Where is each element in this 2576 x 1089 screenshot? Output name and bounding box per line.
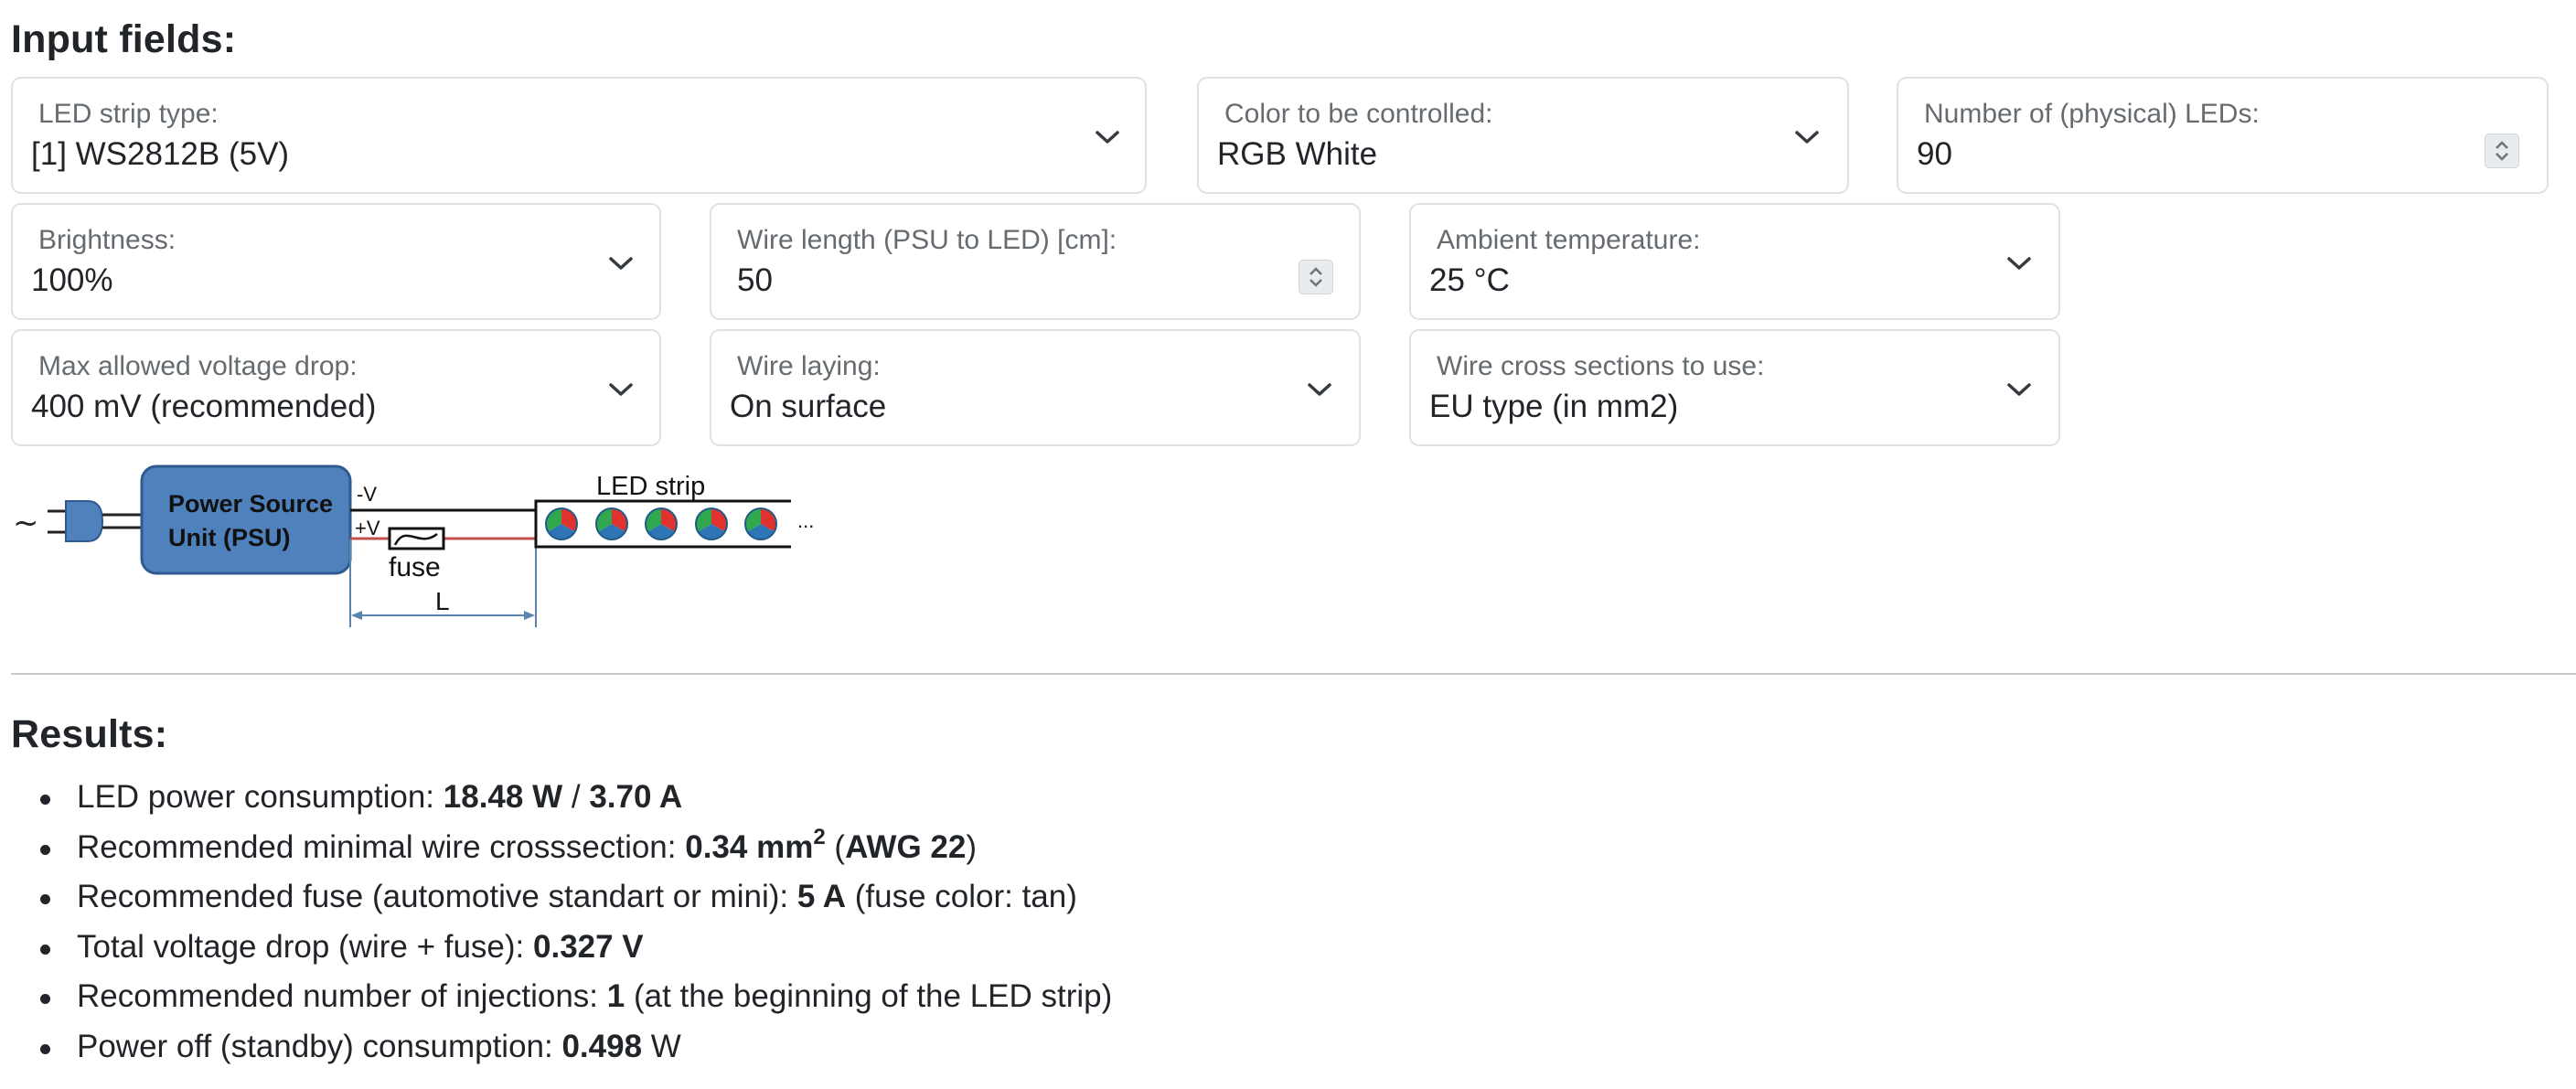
ambient-temp-label: Ambient temperature: — [1437, 225, 1701, 255]
chevron-down-icon — [1308, 383, 1331, 396]
wire-laying-select[interactable]: Wire laying: On surface — [710, 329, 1361, 446]
cross-sections-value: EU type (in mm2) — [1429, 389, 1679, 424]
length-label: L — [435, 587, 450, 615]
stepper-arrows-icon — [1309, 267, 1322, 287]
max-drop-select[interactable]: Max allowed voltage drop: 400 mV (recomm… — [11, 329, 661, 446]
max-drop-value: 400 mV (recommended) — [31, 389, 377, 424]
power-watts: 18.48 W — [443, 779, 563, 815]
wire-awg: AWG 22 — [845, 828, 967, 865]
fuse-value: 5 A — [796, 879, 847, 914]
wire-length-value[interactable]: 50 — [737, 262, 773, 299]
stepper-arrows-icon — [2496, 141, 2508, 161]
chevron-down-icon — [2007, 257, 2031, 270]
brightness-value: 100% — [31, 262, 113, 298]
chevron-down-icon — [2007, 383, 2031, 396]
result-power: LED power consumption: 18.48 W / 3.70 A — [39, 773, 1112, 823]
brightness-label: Brightness: — [38, 225, 176, 255]
chevron-down-icon — [1096, 131, 1119, 144]
color-label: Color to be controlled: — [1224, 99, 1493, 129]
led-strip-label: LED strip — [596, 472, 705, 501]
ac-tilde: ~ — [13, 505, 39, 541]
voltage-drop-value: 0.327 V — [533, 928, 644, 965]
num-leds-value[interactable]: 90 — [1917, 136, 1952, 173]
num-leds-input[interactable]: Number of (physical) LEDs: 90 — [1897, 77, 2549, 194]
result-injections: Recommended number of injections: 1 (at … — [39, 972, 1112, 1022]
plus-v-label: +V — [355, 517, 380, 539]
max-drop-label: Max allowed voltage drop: — [38, 351, 358, 381]
cross-sections-select[interactable]: Wire cross sections to use: EU type (in … — [1409, 329, 2060, 446]
results-list: LED power consumption: 18.48 W / 3.70 A … — [11, 773, 1112, 1072]
fuse-label: fuse — [389, 552, 441, 582]
led-strip-type-value: [1] WS2812B (5V) — [31, 136, 290, 172]
strip-continuation: ... — [797, 509, 814, 532]
cross-sections-label: Wire cross sections to use: — [1437, 351, 1765, 381]
fuse-icon — [388, 527, 445, 550]
ambient-temp-select[interactable]: Ambient temperature: 25 °C — [1409, 203, 2060, 320]
num-leds-label: Number of (physical) LEDs: — [1924, 99, 2260, 129]
minus-v-label: -V — [357, 483, 377, 506]
brightness-select[interactable]: Brightness: 100% — [11, 203, 661, 320]
wire-length-stepper[interactable] — [1299, 260, 1333, 294]
wire-crosssection-value: 0.34 mm2 — [685, 824, 826, 865]
input-fields-heading: Input fields: — [11, 17, 237, 61]
standby-value: 0.498 — [561, 1028, 643, 1064]
result-standby: Power off (standby) consumption: 0.498 W — [39, 1022, 1112, 1073]
plug-icon — [48, 500, 143, 542]
wire-length-input[interactable]: Wire length (PSU to LED) [cm]: 50 — [710, 203, 1361, 320]
wire-laying-label: Wire laying: — [737, 351, 881, 381]
led-strip-type-select[interactable]: LED strip type: [1] WS2812B (5V) — [11, 77, 1147, 194]
results-heading: Results: — [11, 712, 168, 756]
chevron-down-icon — [1795, 131, 1819, 144]
num-leds-stepper[interactable] — [2485, 133, 2519, 168]
result-fuse: Recommended fuse (automotive standart or… — [39, 872, 1112, 923]
color-value: RGB White — [1217, 136, 1378, 172]
power-amps: 3.70 A — [589, 779, 683, 815]
led-row — [545, 507, 777, 540]
psu-label-line1: Power Source — [168, 490, 333, 518]
color-select[interactable]: Color to be controlled: RGB White — [1197, 77, 1849, 194]
wire-laying-value: On surface — [730, 389, 887, 424]
wire-length-label: Wire length (PSU to LED) [cm]: — [737, 225, 1117, 255]
result-voltage-drop: Total voltage drop (wire + fuse): 0.327 … — [39, 923, 1112, 973]
injections-value: 1 — [606, 978, 625, 1014]
chevron-down-icon — [609, 383, 633, 396]
result-wire-crosssection: Recommended minimal wire crosssection: 0… — [39, 823, 1112, 873]
chevron-down-icon — [609, 257, 633, 270]
led-strip-type-label: LED strip type: — [38, 99, 219, 129]
section-divider — [11, 673, 2576, 675]
wiring-diagram: ~ Power Source Unit (PSU) -V +V fuse L L… — [13, 464, 814, 627]
psu-label-line2: Unit (PSU) — [168, 524, 290, 551]
psu-box — [140, 464, 352, 575]
ambient-temp-value: 25 °C — [1429, 262, 1510, 298]
